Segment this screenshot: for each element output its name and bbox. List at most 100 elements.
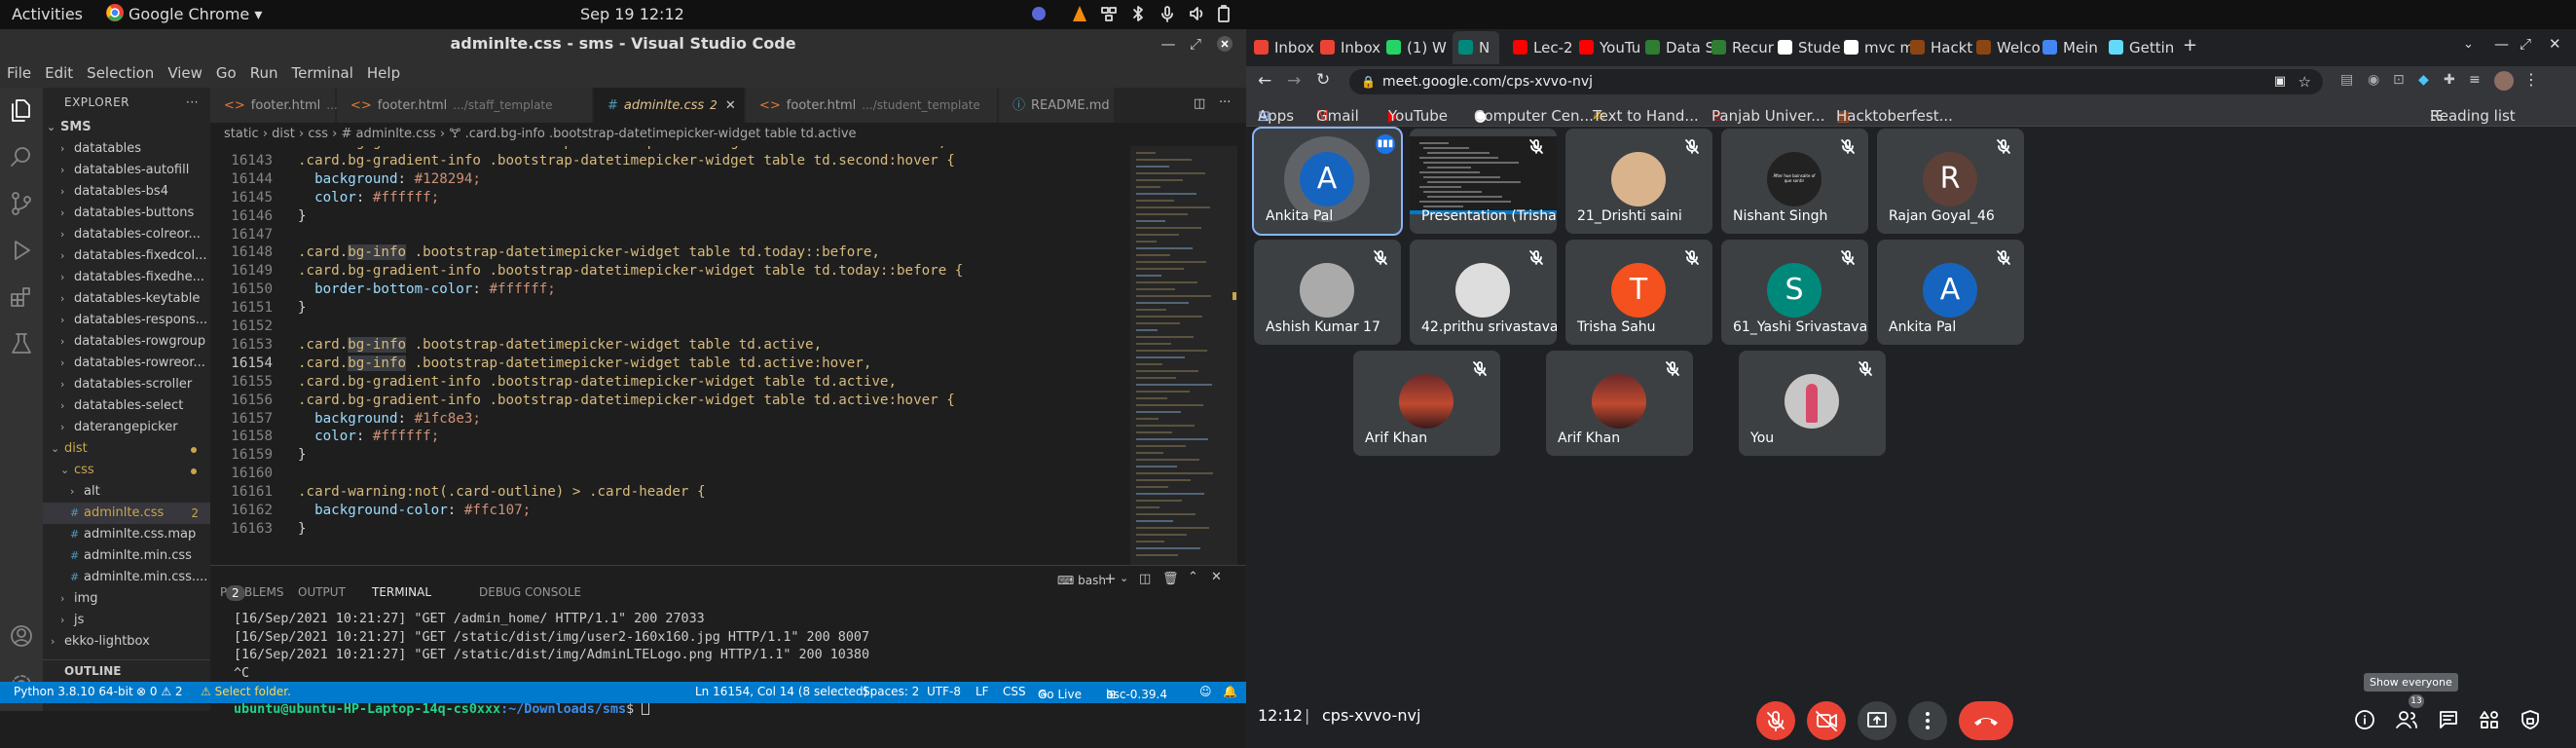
code-line[interactable]: .card.bg-gradient-info .bootstrap-dateti…: [298, 146, 946, 150]
tab-search-chevron-icon[interactable]: ⌄: [2463, 37, 2474, 52]
code-line[interactable]: background: #128294;: [298, 171, 481, 187]
run-debug-icon[interactable]: [9, 238, 34, 263]
explorer-icon[interactable]: [9, 97, 34, 123]
maximize-panel-chevron-up-icon[interactable]: ⌃: [1188, 570, 1198, 584]
tree-item[interactable]: › datatables-fixedhe...: [43, 267, 210, 288]
bluetooth-icon[interactable]: [1129, 5, 1147, 26]
participant-tile[interactable]: R Rajan Goyal_46: [1877, 129, 2024, 234]
bookmark-star-icon[interactable]: ☆: [2299, 69, 2311, 94]
editor-tab[interactable]: <>footer.html.../hod_template: [210, 88, 423, 123]
back-button[interactable]: ←: [1258, 71, 1271, 91]
code-editor[interactable]: 16142 .card.bg-gradient-info .bootstrap-d…: [210, 146, 1246, 565]
more-actions-icon[interactable]: ···: [1219, 95, 1231, 110]
explorer-more-button[interactable]: ···: [186, 88, 199, 117]
extension-icon-1[interactable]: ▤: [2340, 72, 2353, 88]
language-mode[interactable]: CSS: [1003, 685, 1026, 698]
cursor-position[interactable]: Ln 16154, Col 14 (8 selected): [695, 685, 867, 698]
reload-button[interactable]: ↻: [1316, 70, 1330, 90]
code-line[interactable]: .card.bg-info .bootstrap-datetimepicker-…: [298, 355, 871, 371]
outline-section[interactable]: OUTLINE: [43, 659, 210, 681]
source-control-icon[interactable]: [9, 191, 34, 216]
app-menu[interactable]: Google Chrome ▾: [129, 5, 262, 23]
browser-tab[interactable]: Lec-2: [1513, 31, 1579, 64]
participant-tile[interactable]: Presentation (Trisha Sahu): [1410, 129, 1557, 234]
menu-help[interactable]: Help: [360, 58, 407, 88]
close-panel-icon[interactable]: ✕: [1211, 570, 1222, 584]
extensions-icon[interactable]: [9, 284, 34, 310]
tree-item[interactable]: › datatables-rowgroup: [43, 331, 210, 353]
chrome-menu-icon[interactable]: ⋮: [2523, 70, 2539, 89]
participant-tile[interactable]: You: [1739, 351, 1886, 456]
network-icon[interactable]: [1100, 5, 1118, 26]
browser-tab[interactable]: Mein: [2042, 31, 2109, 64]
editor-tab[interactable]: ⓘ README.md: [999, 88, 1114, 123]
extension-icon-2[interactable]: ◉: [2368, 72, 2379, 88]
browser-tab[interactable]: YouTu: [1579, 31, 1645, 64]
tree-item[interactable]: › datatables-select: [43, 395, 210, 417]
code-line[interactable]: background-color: #ffc107;: [298, 503, 531, 518]
more-options-button[interactable]: [1908, 701, 1947, 740]
forward-button[interactable]: →: [1287, 71, 1301, 91]
chat-button[interactable]: [2438, 709, 2459, 734]
code-line[interactable]: }: [298, 447, 307, 463]
tree-item[interactable]: › datatables-colreor...: [43, 224, 210, 245]
tree-item[interactable]: › datatables: [43, 138, 210, 160]
close-tab-icon[interactable]: ✕: [725, 98, 736, 113]
testing-icon[interactable]: [9, 331, 34, 356]
camera-off-button[interactable]: [1807, 701, 1846, 740]
participant-tile[interactable]: T Trisha Sahu: [1565, 240, 1712, 345]
tree-item[interactable]: › daterangepicker: [43, 417, 210, 438]
battery-icon[interactable]: [1217, 5, 1231, 26]
show-everyone-button[interactable]: [2395, 709, 2418, 734]
tree-item[interactable]: # adminlte.css.map: [43, 524, 210, 545]
browser-tab[interactable]: N: [1453, 31, 1499, 64]
search-icon[interactable]: [9, 144, 34, 169]
participant-tile[interactable]: 21_Drishti saini: [1565, 129, 1712, 234]
minimap[interactable]: [1130, 146, 1237, 565]
problems-counter[interactable]: ⊗ 0 ⚠ 2: [136, 685, 183, 698]
menu-terminal[interactable]: Terminal: [285, 58, 360, 88]
account-icon[interactable]: [9, 623, 34, 649]
breadcrumb[interactable]: static › dist › css › # adminlte.css › 🝖…: [210, 123, 1246, 146]
minimize-button[interactable]: —: [1155, 29, 1182, 58]
participant-tile[interactable]: Áfter hue bainsaite of que sontir Nishant…: [1721, 129, 1868, 234]
code-line[interactable]: .card.bg-gradient-info .bootstrap-dateti…: [298, 374, 897, 390]
window-close-button[interactable]: ✕: [2549, 35, 2561, 53]
participant-tile[interactable]: Ashish Kumar 17: [1254, 240, 1401, 345]
code-line[interactable]: color: #ffffff;: [298, 190, 439, 206]
code-line[interactable]: color: #ffffff;: [298, 429, 439, 444]
notifications-bell-icon[interactable]: 🔔: [1223, 685, 1237, 698]
activities-button[interactable]: [2479, 709, 2500, 734]
participant-tile[interactable]: A Ankita Pal ▮▮▮: [1252, 127, 1403, 236]
terminal-shell-selector[interactable]: ⌨ bash: [1057, 574, 1106, 587]
app-indicator-icon[interactable]: [1030, 5, 1048, 26]
clock[interactable]: Sep 19 12:12: [580, 5, 684, 23]
indentation[interactable]: Spaces: 2: [863, 685, 919, 698]
tree-item[interactable]: › datatables-respons...: [43, 310, 210, 331]
microphone-icon[interactable]: [1159, 5, 1176, 26]
code-line[interactable]: .card.bg-gradient-info .bootstrap-dateti…: [298, 393, 955, 408]
present-screen-button[interactable]: [1858, 701, 1896, 740]
camera-in-use-icon[interactable]: ▣: [2274, 69, 2286, 94]
menu-go[interactable]: Go: [209, 58, 243, 88]
browser-tab[interactable]: Recur: [1711, 31, 1778, 64]
menu-run[interactable]: Run: [243, 58, 285, 88]
mic-off-button[interactable]: [1756, 701, 1795, 740]
code-line[interactable]: background: #1fc8e3;: [298, 411, 481, 427]
browser-tab[interactable]: Data S: [1645, 31, 1711, 64]
menu-selection[interactable]: Selection: [80, 58, 161, 88]
volume-icon[interactable]: [1188, 5, 1205, 26]
window-maximize-button[interactable]: ⤢: [2520, 35, 2531, 53]
tree-item[interactable]: › datatables-fixedcol...: [43, 245, 210, 267]
browser-tab[interactable]: Inbox: [1254, 31, 1320, 64]
tree-item[interactable]: # adminlte.css 2: [43, 503, 210, 524]
tree-item[interactable]: › js: [43, 610, 210, 631]
profile-avatar[interactable]: [2494, 71, 2514, 91]
code-line[interactable]: .card.bg-info .bootstrap-datetimepicker-…: [298, 336, 822, 353]
tree-item[interactable]: # adminlte.min.css....: [43, 567, 210, 588]
code-line[interactable]: border-bottom-color: #ffffff;: [298, 281, 556, 297]
maximize-button[interactable]: ⤢: [1182, 29, 1209, 58]
code-line[interactable]: }: [298, 208, 307, 224]
tree-item[interactable]: › ekko-lightbox: [43, 631, 210, 653]
python-interpreter[interactable]: Python 3.8.10 64-bit: [14, 685, 133, 698]
